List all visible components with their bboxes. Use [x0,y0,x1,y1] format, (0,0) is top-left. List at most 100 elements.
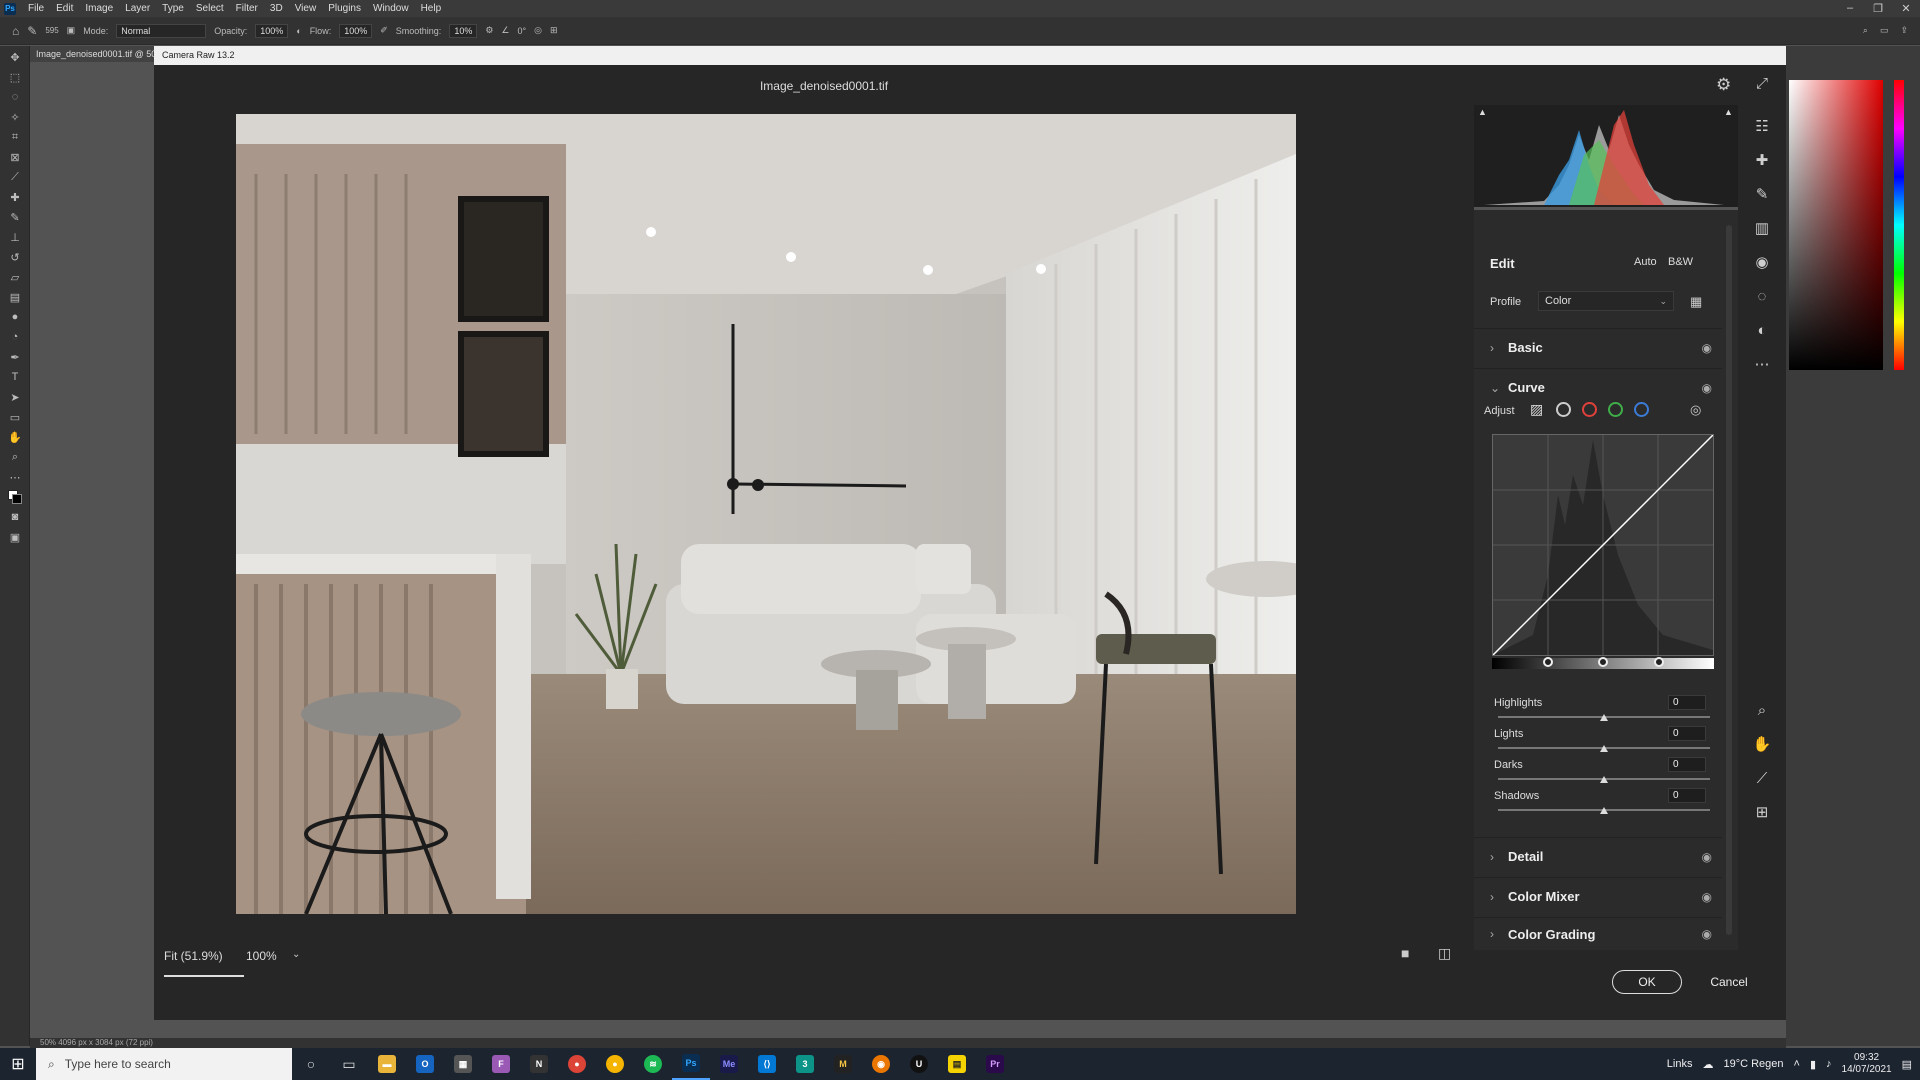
volume-icon[interactable]: ♪ [1826,1058,1832,1070]
slider-shadows[interactable]: Shadows 0 [1494,788,1716,820]
color-picker-field[interactable] [1789,80,1883,370]
ok-button[interactable]: OK [1612,970,1682,994]
path-select-icon[interactable]: ➤ [6,388,24,406]
gradient-tool-icon[interactable]: ▤ [6,288,24,306]
targeted-adjust-icon[interactable]: ◎ [1690,402,1701,418]
blur-tool-icon[interactable]: ● [6,308,24,326]
restore-icon[interactable]: ❐ [1864,2,1892,15]
eraser-tool-icon[interactable]: ▱ [6,268,24,286]
point-curve-green-icon[interactable] [1608,402,1623,417]
auto-button[interactable]: Auto [1634,256,1657,268]
brush-size[interactable]: 595 [45,26,58,35]
magic-wand-tool-icon[interactable]: ✧ [6,108,24,126]
sticky-notes-icon[interactable]: ▤ [938,1048,976,1080]
nuke-icon[interactable]: N [520,1048,558,1080]
hue-slider[interactable] [1894,80,1904,370]
marquee-tool-icon[interactable]: ⬚ [6,68,24,86]
brush-panel-icon[interactable]: ▣ [67,25,76,36]
close-icon[interactable]: ✕ [1892,2,1920,15]
slider-lights[interactable]: Lights 0 [1494,726,1716,758]
3dsmax-icon[interactable]: 3 [786,1048,824,1080]
more-options-icon[interactable]: ⋯ [1738,347,1786,381]
zoom-icon[interactable]: ⌕ [1738,693,1786,727]
radial-filter-icon[interactable]: ◉ [1738,245,1786,279]
profile-browser-icon[interactable]: ▦ [1690,294,1702,310]
menu-image[interactable]: Image [79,3,119,14]
share-icon[interactable]: ⇪ [1900,25,1908,36]
airbrush-icon[interactable]: ✐ [380,25,388,36]
move-tool-icon[interactable]: ✥ [6,48,24,66]
task-view-icon[interactable]: ▭ [330,1048,368,1080]
bw-button[interactable]: B&W [1668,256,1693,268]
point-curve-white-icon[interactable] [1556,402,1571,417]
menu-filter[interactable]: Filter [230,3,264,14]
menu-help[interactable]: Help [415,3,448,14]
calculator-icon[interactable]: ▦ [444,1048,482,1080]
section-color-mixer[interactable]: › Color Mixer ◉ [1474,877,1722,915]
smoothing-field[interactable]: 10% [449,23,478,38]
menu-select[interactable]: Select [190,3,230,14]
stamp-tool-icon[interactable]: ⊥ [6,228,24,246]
photoshop-icon[interactable]: Ps [672,1048,710,1080]
visibility-eye-icon[interactable]: ◉ [1702,850,1712,864]
menu-plugins[interactable]: Plugins [322,3,367,14]
chrome-canary-icon[interactable]: ● [596,1048,634,1080]
slider-thumb[interactable] [1600,807,1608,814]
graduated-filter-icon[interactable]: ▥ [1738,211,1786,245]
type-tool-icon[interactable]: T [6,368,24,386]
slider-value-field[interactable]: 0 [1668,695,1706,710]
eyedropper-tool-icon[interactable]: ⟋ [6,168,24,186]
cortana-icon[interactable]: ○ [292,1048,330,1080]
curve-split-handle[interactable] [1653,657,1664,667]
angle-field[interactable]: 0° [517,26,526,36]
zoom-100-button[interactable]: 100% [246,949,277,963]
slider-thumb[interactable] [1600,776,1608,783]
slider-value-field[interactable]: 0 [1668,788,1706,803]
chrome-icon[interactable]: ● [558,1048,596,1080]
parametric-curve-icon[interactable]: ▨ [1530,401,1543,418]
symmetry-icon[interactable]: ⊞ [550,25,558,36]
history-brush-icon[interactable]: ↺ [6,248,24,266]
menu-3d[interactable]: 3D [264,3,289,14]
brush-tool-icon[interactable]: ✎ [6,208,24,226]
hand-tool-icon[interactable]: ✋ [6,428,24,446]
sampler-icon[interactable]: ⟋ [1738,761,1786,795]
point-curve-red-icon[interactable] [1582,402,1597,417]
crop-tool-icon[interactable]: ⌗ [6,128,24,146]
visibility-eye-icon[interactable]: ◉ [1702,890,1712,904]
settings-gear-icon[interactable]: ⚙ [1716,75,1731,95]
cancel-button[interactable]: Cancel [1694,970,1764,994]
image-preview[interactable] [236,114,1296,914]
media-encoder-icon[interactable]: Me [710,1048,748,1080]
before-after-icon[interactable]: ◫ [1438,945,1451,962]
shadow-clipping-icon[interactable]: ▲ [1478,107,1487,117]
menu-layer[interactable]: Layer [119,3,156,14]
curve-split-handle[interactable] [1542,657,1553,667]
pressure-size-icon[interactable]: ◎ [534,25,542,36]
premiere-icon[interactable]: Pr [976,1048,1014,1080]
slider-value-field[interactable]: 0 [1668,726,1706,741]
point-curve-blue-icon[interactable] [1634,402,1649,417]
clock[interactable]: 09:32 14/07/2021 [1842,1052,1892,1076]
edit-sliders-icon[interactable]: ☷ [1738,109,1786,143]
quick-mask-icon[interactable]: ◙ [6,508,24,526]
curve-split-handle[interactable] [1598,657,1608,667]
visibility-eye-icon[interactable]: ◉ [1702,927,1712,941]
adjustment-brush-icon[interactable]: ✎ [1738,177,1786,211]
hand-icon[interactable]: ✋ [1738,727,1786,761]
blender-icon[interactable]: ◉ [862,1048,900,1080]
section-color-grading[interactable]: › Color Grading ◉ [1474,917,1722,950]
single-view-icon[interactable]: ■ [1401,945,1409,961]
section-curve[interactable]: ⌄ Curve ◉ [1474,368,1722,406]
opacity-field[interactable]: 100% [255,23,289,38]
tone-curve-graph[interactable] [1492,434,1714,656]
chevron-down-icon[interactable]: ⌄ [292,949,300,960]
search-icon[interactable]: ⌕ [1863,25,1868,36]
frame-tool-icon[interactable]: ⊠ [6,148,24,166]
slider-highlights[interactable]: Highlights 0 [1494,695,1716,727]
slider-value-field[interactable]: 0 [1668,757,1706,772]
dodge-tool-icon[interactable]: ◔ [6,328,24,346]
panel-scrollbar[interactable] [1726,225,1732,935]
menu-edit[interactable]: Edit [50,3,79,14]
section-basic[interactable]: › Basic ◉ [1474,328,1722,366]
